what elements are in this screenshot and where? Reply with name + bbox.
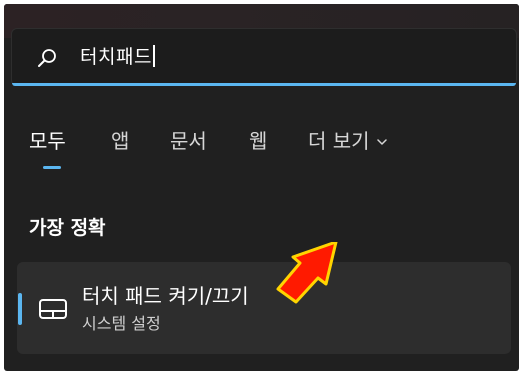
chevron-down-icon	[376, 139, 387, 145]
search-focus-underline	[12, 83, 516, 86]
red-arrow-pointer	[276, 242, 338, 304]
best-match-heading: 가장 정확	[29, 217, 106, 239]
tab-apps[interactable]: 앱	[111, 128, 129, 154]
selection-accent	[18, 293, 22, 325]
active-tab-indicator	[43, 166, 61, 169]
best-match-result[interactable]: 터치 패드 켜기/끄기 시스템 설정	[17, 262, 511, 354]
search-query: 터치패드	[80, 46, 152, 68]
tab-web[interactable]: 웹	[249, 128, 267, 154]
touchpad-icon	[39, 299, 67, 319]
search-icon	[38, 49, 56, 67]
start-search-panel: 터치패드 모두 앱 문서 웹 더 보기 가장 정확 터치 패드 켜기/끄기 시스…	[4, 4, 519, 371]
tab-documents[interactable]: 문서	[170, 128, 207, 154]
tab-more-label: 더 보기	[308, 129, 370, 153]
search-input[interactable]: 터치패드	[80, 45, 155, 69]
result-subtitle: 시스템 설정	[82, 314, 161, 333]
search-box[interactable]: 터치패드	[11, 28, 517, 86]
tab-more[interactable]: 더 보기	[308, 128, 388, 154]
tab-all[interactable]: 모두	[29, 128, 66, 154]
result-title: 터치 패드 켜기/끄기	[82, 284, 249, 308]
text-caret	[152, 45, 155, 67]
